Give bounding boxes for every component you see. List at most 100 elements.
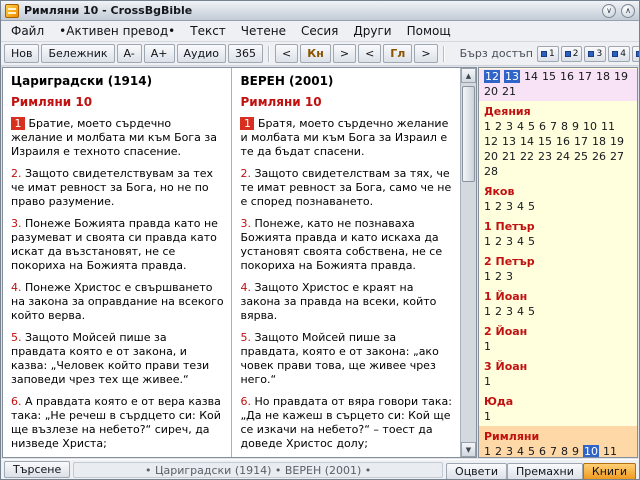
chapter-acts-13[interactable]: 13: [502, 135, 516, 148]
verse-2[interactable]: 2. Защото свидетелствам за тях, че те им…: [240, 167, 453, 209]
verse-5[interactable]: 5. Защото Мойсей пише за правдата която …: [11, 331, 224, 387]
chapter-acts-16[interactable]: 16: [556, 135, 570, 148]
chapter-previous-book-tail-15[interactable]: 15: [542, 70, 556, 83]
chapter-acts-17[interactable]: 17: [574, 135, 588, 148]
chapter-acts-1[interactable]: 1: [484, 120, 491, 133]
chapter-romans-8[interactable]: 8: [561, 445, 568, 457]
verse-5[interactable]: 5. Защото Мойсей пише за правдата, която…: [240, 331, 453, 387]
book-name-james[interactable]: Яков: [484, 185, 632, 198]
book-name-2-john[interactable]: 2 Йоан: [484, 325, 632, 338]
quick-access-button-4[interactable]: 4: [608, 45, 630, 62]
chapter-romans-11[interactable]: 11: [603, 445, 617, 457]
toolbar-button-audio[interactable]: Аудио: [176, 44, 227, 63]
menu-file[interactable]: Файл: [4, 22, 51, 40]
chapter-romans-5[interactable]: 5: [528, 445, 535, 457]
verse-6[interactable]: 6. Но правдата от вяра говори така: „Да …: [240, 395, 453, 451]
chapter-acts-3[interactable]: 3: [506, 120, 513, 133]
verse-number[interactable]: 2.: [11, 167, 22, 180]
vertical-scrollbar[interactable]: ▲ ▼: [460, 68, 476, 457]
toolbar-button-notebook[interactable]: Бележник: [41, 44, 115, 63]
scroll-down-button[interactable]: ▼: [461, 442, 476, 457]
menu-session[interactable]: Сесия: [294, 22, 345, 40]
verse-number[interactable]: 4.: [240, 281, 251, 294]
chapter-acts-11[interactable]: 11: [601, 120, 615, 133]
chapter-acts-25[interactable]: 25: [574, 150, 588, 163]
verse-number[interactable]: 1: [11, 117, 25, 130]
menu-help[interactable]: Помощ: [400, 22, 458, 40]
status-button-books[interactable]: Книги: [582, 462, 636, 479]
chapter-acts-14[interactable]: 14: [520, 135, 534, 148]
chapter-romans-3[interactable]: 3: [506, 445, 513, 457]
chapter-previous-book-tail-21[interactable]: 21: [502, 85, 516, 98]
chapter-acts-8[interactable]: 8: [561, 120, 568, 133]
chapter-acts-5[interactable]: 5: [528, 120, 535, 133]
verse-number[interactable]: 6.: [11, 395, 22, 408]
chapter-james-4[interactable]: 4: [517, 200, 524, 213]
chapter-acts-7[interactable]: 7: [550, 120, 557, 133]
chapter-acts-27[interactable]: 27: [610, 150, 624, 163]
shade-button[interactable]: ∧: [621, 3, 635, 18]
verse-number[interactable]: 3.: [240, 217, 251, 230]
scroll-up-button[interactable]: ▲: [461, 68, 476, 83]
verse-number[interactable]: 6.: [240, 395, 251, 408]
toolbar-button-book[interactable]: Кн: [300, 44, 331, 63]
book-name-acts[interactable]: Деяния: [484, 105, 632, 118]
chapter-acts-24[interactable]: 24: [556, 150, 570, 163]
chapter-acts-22[interactable]: 22: [520, 150, 534, 163]
chapter-2-peter-2[interactable]: 2: [495, 270, 502, 283]
chapter-2-john-1[interactable]: 1: [484, 340, 491, 353]
chapter-previous-book-tail-16[interactable]: 16: [560, 70, 574, 83]
chapter-romans-6[interactable]: 6: [539, 445, 546, 457]
chapter-1-peter-3[interactable]: 3: [506, 235, 513, 248]
chapter-acts-10[interactable]: 10: [583, 120, 597, 133]
chapter-acts-28[interactable]: 28: [484, 165, 498, 178]
quick-access-button-1[interactable]: 1: [537, 45, 559, 62]
chapter-acts-21[interactable]: 21: [502, 150, 516, 163]
book-name-1-peter[interactable]: 1 Петър: [484, 220, 632, 233]
search-button[interactable]: Търсене: [4, 461, 71, 478]
chapter-james-2[interactable]: 2: [495, 200, 502, 213]
chapter-previous-book-tail-20[interactable]: 20: [484, 85, 498, 98]
book-name-1-john[interactable]: 1 Йоан: [484, 290, 632, 303]
chapter-acts-12[interactable]: 12: [484, 135, 498, 148]
verse-number[interactable]: 2.: [240, 167, 251, 180]
verse-1[interactable]: 1 Братя, моето сърдечно желание и молбат…: [240, 117, 453, 159]
minimize-button[interactable]: ∨: [602, 3, 616, 18]
quick-access-button-5[interactable]: 5: [631, 45, 639, 62]
chapter-romans-10[interactable]: 10: [583, 445, 599, 457]
verse-number[interactable]: 5.: [240, 331, 251, 344]
book-name-jude[interactable]: Юда: [484, 395, 632, 408]
scrollbar-thumb[interactable]: [462, 86, 475, 182]
chapter-acts-18[interactable]: 18: [592, 135, 606, 148]
chapter-acts-2[interactable]: 2: [495, 120, 502, 133]
chapter-previous-book-tail-13[interactable]: 13: [504, 70, 520, 83]
chapter-2-peter-1[interactable]: 1: [484, 270, 491, 283]
chapter-romans-9[interactable]: 9: [572, 445, 579, 457]
verse-3[interactable]: 3. Понеже Божията правда като не разумев…: [11, 217, 224, 273]
toolbar-button-font-increase[interactable]: A+: [143, 44, 175, 63]
chapter-2-peter-3[interactable]: 3: [506, 270, 513, 283]
menu-other[interactable]: Други: [346, 22, 398, 40]
chapter-acts-15[interactable]: 15: [538, 135, 552, 148]
toolbar-button-next-book[interactable]: >: [332, 44, 357, 63]
chapter-1-john-2[interactable]: 2: [495, 305, 502, 318]
toolbar-button-new[interactable]: Нов: [4, 44, 40, 63]
toolbar-button-next-chapter[interactable]: >: [414, 44, 438, 63]
status-button-remove[interactable]: Премахни: [506, 462, 583, 479]
chapter-romans-4[interactable]: 4: [517, 445, 524, 457]
menu-text[interactable]: Текст: [183, 22, 233, 40]
chapter-previous-book-tail-17[interactable]: 17: [578, 70, 592, 83]
book-name-romans[interactable]: Римляни: [484, 430, 632, 443]
chapter-acts-23[interactable]: 23: [538, 150, 552, 163]
verse-4[interactable]: 4. Понеже Христос е свършването на закон…: [11, 281, 224, 323]
chapter-1-john-4[interactable]: 4: [517, 305, 524, 318]
scrollbar-track[interactable]: [461, 83, 476, 442]
book-name-2-peter[interactable]: 2 Петър: [484, 255, 632, 268]
chapter-1-john-1[interactable]: 1: [484, 305, 491, 318]
chapter-previous-book-tail-12[interactable]: 12: [484, 70, 500, 83]
toolbar-button-365[interactable]: 365: [228, 44, 264, 63]
chapter-james-5[interactable]: 5: [528, 200, 535, 213]
verse-3[interactable]: 3. Понеже, като не познаваха Божията пра…: [240, 217, 453, 273]
verse-6[interactable]: 6. А правдата която е от вера казва така…: [11, 395, 224, 451]
chapter-romans-2[interactable]: 2: [495, 445, 502, 457]
